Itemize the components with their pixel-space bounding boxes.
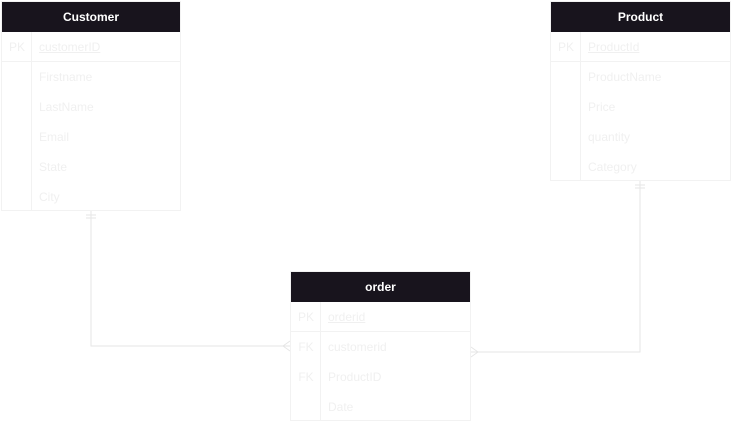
product-pk-row[interactable]: PK ProductId — [551, 32, 730, 62]
customer-key-column-divider — [31, 32, 32, 210]
order-field-row[interactable]: FK customerid — [291, 332, 470, 362]
order-field-row[interactable]: FK ProductID — [291, 362, 470, 392]
customer-order-relationship — [90, 211, 290, 347]
product-order-relationship — [471, 181, 641, 353]
order-key-column-divider — [320, 302, 321, 420]
order-field-date: Date — [328, 400, 354, 414]
product-field-category: Category — [588, 160, 637, 174]
order-field-productid: ProductID — [328, 370, 382, 384]
order-pk-field: orderid — [328, 310, 366, 324]
product-field-row[interactable]: Price — [551, 92, 730, 122]
product-entity[interactable]: Product PK ProductId ProductName Price q… — [550, 1, 731, 181]
customer-entity[interactable]: Customer PK customerID Firstname LastNam… — [1, 1, 181, 211]
customer-entity-title: Customer — [2, 2, 180, 32]
order-pk-marker: PK — [297, 310, 314, 324]
product-field-productname: ProductName — [588, 70, 662, 84]
product-field-row[interactable]: Category — [551, 152, 730, 182]
customer-field-lastname: LastName — [39, 100, 94, 114]
product-field-quantity: quantity — [588, 130, 631, 144]
order-field-row[interactable]: Date — [291, 392, 470, 422]
customer-field-city: City — [39, 190, 60, 204]
customer-field-row[interactable]: Email — [2, 122, 180, 152]
customer-field-firstname: Firstname — [39, 70, 93, 84]
customer-field-state: State — [39, 160, 68, 174]
customer-pk-marker: PK — [8, 40, 25, 54]
order-entity[interactable]: order PK orderid FK customerid FK Produc… — [290, 271, 471, 421]
customer-field-row[interactable]: State — [2, 152, 180, 182]
product-entity-title: Product — [551, 2, 730, 32]
order-fk-marker-productid: FK — [298, 370, 314, 384]
customer-field-email: Email — [39, 130, 70, 144]
product-field-price: Price — [588, 100, 616, 114]
customer-field-row[interactable]: Firstname — [2, 62, 180, 92]
order-entity-title: order — [291, 272, 470, 302]
product-key-column-divider — [580, 32, 581, 180]
order-field-customerid: customerid — [328, 340, 387, 354]
order-fk-marker-customerid: FK — [298, 340, 314, 354]
customer-pk-field: customerID — [39, 40, 101, 54]
product-field-row[interactable]: ProductName — [551, 62, 730, 92]
customer-pk-row[interactable]: PK customerID — [2, 32, 180, 62]
product-field-row[interactable]: quantity — [551, 122, 730, 152]
customer-field-row[interactable]: City — [2, 182, 180, 212]
customer-field-row[interactable]: LastName — [2, 92, 180, 122]
product-pk-marker: PK — [557, 40, 574, 54]
product-pk-field: ProductId — [588, 40, 640, 54]
order-pk-row[interactable]: PK orderid — [291, 302, 470, 332]
